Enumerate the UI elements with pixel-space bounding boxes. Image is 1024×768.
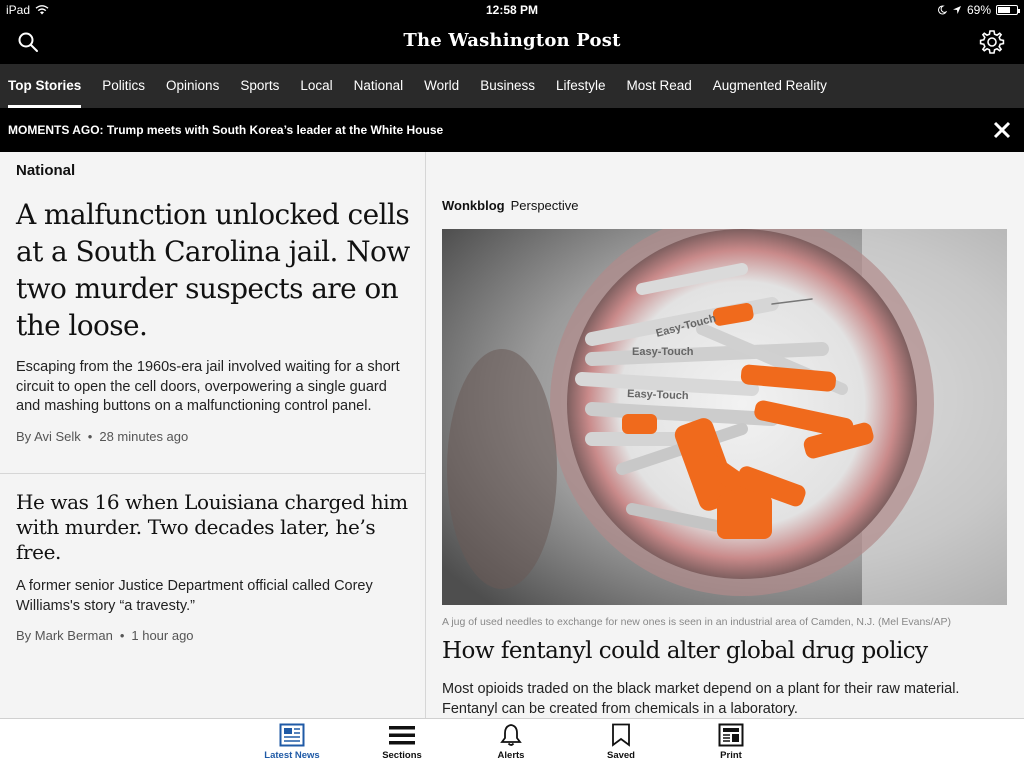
tab-latest-news[interactable]: Latest News — [252, 723, 332, 761]
content-area: National A malfunction unlocked cells at… — [0, 152, 1024, 718]
story-card[interactable]: He was 16 when Louisiana charged him wit… — [16, 490, 414, 643]
tab-world[interactable]: World — [424, 64, 459, 108]
app-header: The Washington Post — [0, 20, 1024, 64]
byline-separator: • — [87, 428, 93, 444]
tab-label: Latest News — [264, 750, 320, 761]
tab-label: Alerts — [497, 750, 525, 761]
svg-text:Easy-Touch: Easy-Touch — [632, 346, 694, 358]
feature-photo[interactable]: Easy-Touch Easy-Touch Easy-Touch — [442, 229, 1007, 605]
tab-print[interactable]: Print — [691, 723, 771, 761]
tab-business[interactable]: Business — [480, 64, 535, 108]
byline-separator: • — [119, 628, 125, 643]
feature-kicker: Wonkblog Perspective — [442, 198, 579, 213]
feature-headline[interactable]: How fentanyl could alter global drug pol… — [442, 638, 1007, 664]
status-time: 12:58 PM — [485, 3, 539, 17]
section-label[interactable]: National — [16, 162, 75, 179]
story-time: 1 hour ago — [131, 628, 194, 643]
blog-brand[interactable]: Wonkblog — [442, 198, 505, 213]
tab-lifestyle[interactable]: Lifestyle — [556, 64, 606, 108]
logo[interactable]: The Washington Post — [0, 30, 1024, 51]
newspaper-icon — [279, 723, 305, 747]
print-edition-icon — [718, 723, 744, 747]
feature-story[interactable]: Wonkblog Perspective Easy-Touch Easy-Tou… — [426, 180, 1024, 718]
needles-photo-illustration: Easy-Touch Easy-Touch Easy-Touch — [442, 229, 1007, 605]
battery-percent: 69% — [966, 3, 991, 17]
bookmark-icon — [612, 723, 630, 747]
close-icon[interactable] — [992, 120, 1012, 140]
story-headline[interactable]: A malfunction unlocked cells at a South … — [16, 196, 414, 344]
tab-label: Saved — [607, 750, 635, 761]
location-arrow-icon — [952, 6, 961, 14]
story-card[interactable]: A malfunction unlocked cells at a South … — [16, 196, 414, 444]
tab-sports[interactable]: Sports — [240, 64, 279, 108]
section-nav: Top Stories Politics Opinions Sports Local Na… — [0, 64, 1024, 108]
story-blurb: Escaping from the 1960s-era jail involve… — [16, 359, 400, 414]
story-byline: By Mark Berman • 1 hour ago — [16, 628, 414, 643]
svg-text:Easy-Touch: Easy-Touch — [627, 388, 689, 402]
battery-icon — [996, 5, 1020, 15]
tab-alerts[interactable]: Alerts — [471, 723, 551, 761]
story-blurb: A former senior Justice Department offic… — [16, 578, 373, 614]
tab-national[interactable]: National — [354, 64, 404, 108]
story-author: By Avi Selk — [16, 428, 81, 444]
tab-most-read[interactable]: Most Read — [627, 64, 692, 108]
kicker-label: Perspective — [510, 198, 579, 213]
breaking-news-text[interactable]: MOMENTS AGO: Trump meets with South Kore… — [8, 123, 443, 137]
story-divider — [0, 473, 426, 474]
story-time: 28 minutes ago — [99, 428, 189, 444]
tab-local[interactable]: Local — [300, 64, 332, 108]
tab-politics[interactable]: Politics — [102, 64, 145, 108]
moon-icon — [938, 5, 947, 15]
tab-top-stories[interactable]: Top Stories — [8, 64, 82, 108]
status-right: 69% — [937, 3, 1020, 17]
tab-augmented-reality[interactable]: Augmented Reality — [713, 64, 827, 108]
menu-icon — [389, 726, 415, 745]
tab-saved[interactable]: Saved — [581, 723, 661, 761]
gear-icon[interactable] — [978, 28, 1006, 56]
left-column: National A malfunction unlocked cells at… — [0, 152, 426, 718]
story-headline[interactable]: He was 16 when Louisiana charged him wit… — [16, 490, 414, 565]
story-byline: By Avi Selk • 28 minutes ago — [16, 429, 414, 444]
bell-icon — [500, 724, 522, 746]
photo-caption: A jug of used needles to exchange for ne… — [442, 616, 951, 628]
story-author: By Mark Berman — [16, 628, 113, 643]
tab-label: Sections — [382, 750, 422, 761]
breaking-news-banner[interactable]: MOMENTS AGO: Trump meets with South Kore… — [0, 108, 1024, 152]
feature-blurb: Most opioids traded on the black market … — [442, 681, 960, 717]
tab-sections[interactable]: Sections — [362, 723, 442, 761]
bottom-tab-bar: Latest News Sections Alerts Saved Print — [0, 718, 1024, 768]
tab-label: Print — [720, 750, 742, 761]
status-bar: iPad 12:58 PM 69% — [0, 0, 1024, 20]
tab-opinions[interactable]: Opinions — [166, 64, 219, 108]
